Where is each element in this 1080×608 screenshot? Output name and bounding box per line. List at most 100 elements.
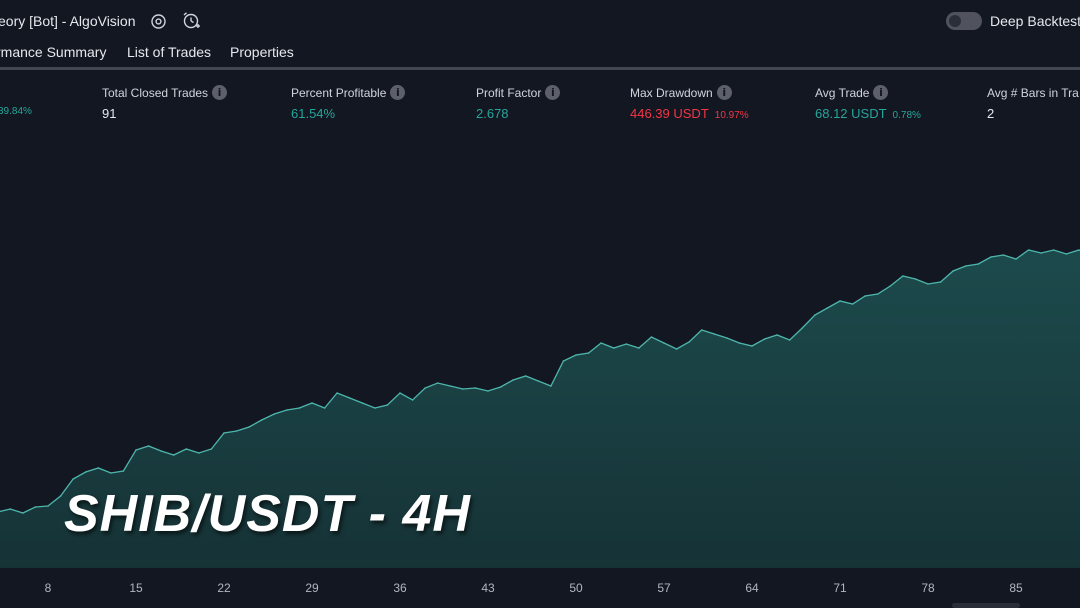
equity-point: [298, 407, 301, 409]
equity-point: [399, 392, 401, 394]
equity-point: [499, 386, 502, 388]
equity-point: [839, 300, 841, 302]
equity-point: [84, 471, 87, 473]
equity-point: [22, 512, 24, 514]
stats-row: 39.84% Total Closed Trades i 91 Percent P…: [0, 84, 1080, 128]
equity-point: [763, 338, 766, 340]
equity-point: [47, 505, 49, 507]
equity-point: [97, 467, 100, 469]
equity-point: [147, 445, 150, 447]
stat-avg-bars: Avg # Bars in Tra 2: [987, 84, 1079, 121]
stat-percent-profitable: Percent Profitable i 61.54%: [291, 84, 406, 121]
stat-value: 91: [102, 106, 117, 121]
stat-value: 2.678: [476, 106, 509, 121]
equity-point: [424, 387, 426, 389]
tab-performance-summary[interactable]: rmance Summary: [0, 44, 106, 60]
x-tick-label: 8: [44, 581, 52, 595]
stat-max-drawdown: Max Drawdown i 446.39 USDT 10.97%: [630, 84, 749, 121]
equity-point: [638, 347, 640, 349]
overlay-symbol-title: SHIB/USDT - 4H: [64, 485, 471, 543]
tab-properties[interactable]: Properties: [230, 44, 294, 60]
equity-point: [964, 265, 967, 267]
equity-point: [550, 385, 552, 387]
equity-point: [902, 275, 904, 277]
deep-backtesting-label: Deep Backtesti: [990, 13, 1080, 29]
equity-point: [72, 478, 74, 480]
equity-point: [1052, 249, 1055, 251]
info-icon[interactable]: i: [545, 85, 561, 101]
equity-point: [675, 348, 678, 350]
alarm-clock-add-icon[interactable]: [182, 11, 201, 30]
equity-point: [562, 360, 565, 362]
equity-point: [462, 388, 464, 390]
equity-point: [198, 452, 200, 454]
stat-value-main: 68.12 USDT: [815, 106, 887, 121]
equity-point: [361, 402, 364, 404]
settings-icon[interactable]: [150, 13, 167, 30]
equity-point: [713, 333, 716, 335]
equity-point: [248, 426, 250, 428]
x-tick-label: 64: [745, 581, 759, 595]
stat-label: Total Closed Trades: [102, 85, 209, 100]
info-icon[interactable]: i: [873, 85, 889, 101]
equity-point: [34, 506, 37, 508]
stat-value-percent: 0.78%: [892, 110, 921, 121]
equity-point: [1002, 254, 1005, 256]
x-tick-label: 15: [129, 581, 143, 595]
equity-point: [801, 327, 804, 329]
info-icon[interactable]: i: [212, 85, 228, 101]
equity-point: [939, 281, 942, 283]
equity-point: [487, 390, 489, 392]
toggle-switch[interactable]: [946, 12, 982, 30]
equity-point: [889, 285, 892, 287]
equity-point: [311, 402, 313, 404]
equity-point: [273, 413, 276, 415]
equity-point: [876, 293, 879, 295]
stat-label: Max Drawdown: [630, 85, 713, 100]
equity-point: [9, 508, 12, 510]
stat-value: 61.54%: [291, 106, 336, 121]
equity-point: [386, 404, 389, 406]
equity-point: [336, 392, 338, 394]
equity-point: [776, 334, 778, 336]
equity-point: [348, 397, 351, 399]
equity-point: [612, 347, 615, 349]
equity-point: [738, 342, 741, 344]
stat-value: 446.39 USDT 10.97%: [630, 106, 749, 121]
x-tick-label: 78: [921, 581, 935, 595]
info-icon[interactable]: i: [716, 85, 732, 101]
equity-point: [1027, 249, 1030, 251]
equity-point: [650, 336, 653, 338]
x-tick-label: 43: [481, 581, 495, 595]
x-axis: 8 15 22 29 36 43 50 57 64 71 78 85: [0, 568, 1080, 608]
equity-point: [185, 448, 188, 450]
equity-point: [160, 450, 162, 452]
equity-point: [436, 382, 439, 384]
tab-list-of-trades[interactable]: List of Trades: [127, 44, 211, 60]
info-icon[interactable]: i: [390, 85, 406, 101]
x-tick-label: 36: [393, 581, 407, 595]
equity-point: [927, 283, 929, 285]
equity-point: [625, 343, 628, 345]
equity-point: [286, 409, 288, 411]
equity-point: [688, 341, 690, 343]
equity-point: [59, 495, 62, 497]
equity-point: [260, 419, 263, 421]
equity-point: [826, 307, 829, 309]
equity-point: [135, 449, 137, 451]
equity-point: [323, 407, 326, 409]
equity-point: [914, 278, 917, 280]
equity-point: [952, 270, 954, 272]
equity-point: [1065, 253, 1068, 255]
stat-label: Avg Trade: [815, 85, 870, 100]
equity-point: [977, 263, 980, 265]
x-tick-label: 71: [833, 581, 847, 595]
stat-label: Avg # Bars in Tra: [987, 85, 1079, 100]
x-tick-label: 22: [217, 581, 231, 595]
stat-value: 68.12 USDT 0.78%: [815, 106, 921, 121]
scrollbar-handle[interactable]: [952, 603, 1020, 608]
equity-point: [411, 399, 414, 401]
x-tick-label: 57: [657, 581, 671, 595]
stat-total-closed-trades: Total Closed Trades i 91: [102, 84, 228, 121]
x-tick-label: 85: [1009, 581, 1023, 595]
